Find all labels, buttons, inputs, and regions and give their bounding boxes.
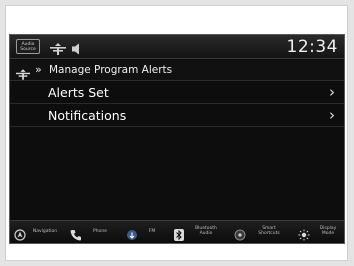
- nav-label: Smart Shortcuts: [258, 226, 280, 236]
- chevron-right-icon: ›: [329, 106, 335, 124]
- clock: 12:34: [286, 37, 338, 57]
- menu-item-alerts-set[interactable]: Alerts Set ›: [10, 82, 344, 104]
- smart-shortcuts-icon: [234, 226, 246, 243]
- nav-button-fm[interactable]: FM: [122, 221, 166, 243]
- nav-label: Phone: [93, 229, 107, 234]
- navigation-icon: [14, 226, 26, 243]
- nav-label: Display Mode: [319, 226, 337, 236]
- nav-button-bluetooth-audio[interactable]: Bluetooth Audio: [170, 221, 226, 243]
- nav-button-display-mode[interactable]: Display Mode: [294, 221, 342, 243]
- nav-button-phone[interactable]: Phone: [68, 221, 116, 243]
- nav-button-smart-shortcuts[interactable]: Smart Shortcuts: [230, 221, 290, 243]
- audio-source-button[interactable]: Audio Source: [16, 39, 40, 54]
- infotainment-screen: Audio Source 12:34 » Manage Program Aler…: [9, 34, 345, 244]
- breadcrumb-separator: »: [35, 63, 42, 76]
- status-bar: Audio Source 12:34: [10, 35, 344, 59]
- signal-strength-icon: [50, 40, 66, 59]
- page-title: Manage Program Alerts: [49, 64, 173, 76]
- nav-label: Navigation: [32, 229, 58, 234]
- bottom-navigation-bar: Navigation Phone FM Bluetooth Audio Smar…: [10, 220, 344, 243]
- bluetooth-icon: [174, 226, 184, 243]
- manual-illustration-frame: Audio Source 12:34 » Manage Program Aler…: [5, 5, 348, 261]
- fm-radio-icon: [126, 226, 138, 243]
- display-mode-icon: [298, 226, 310, 243]
- nav-button-navigation[interactable]: Navigation: [12, 221, 64, 243]
- volume-icon: [72, 40, 82, 59]
- nav-label: FM: [148, 229, 156, 234]
- title-bar: » Manage Program Alerts: [10, 60, 344, 81]
- menu-item-label: Notifications: [48, 108, 127, 123]
- menu-item-label: Alerts Set: [48, 85, 109, 100]
- menu-item-notifications[interactable]: Notifications ›: [10, 105, 344, 127]
- chevron-right-icon: ›: [329, 83, 335, 101]
- nav-label: Bluetooth Audio: [195, 226, 217, 236]
- phone-icon: [70, 226, 82, 243]
